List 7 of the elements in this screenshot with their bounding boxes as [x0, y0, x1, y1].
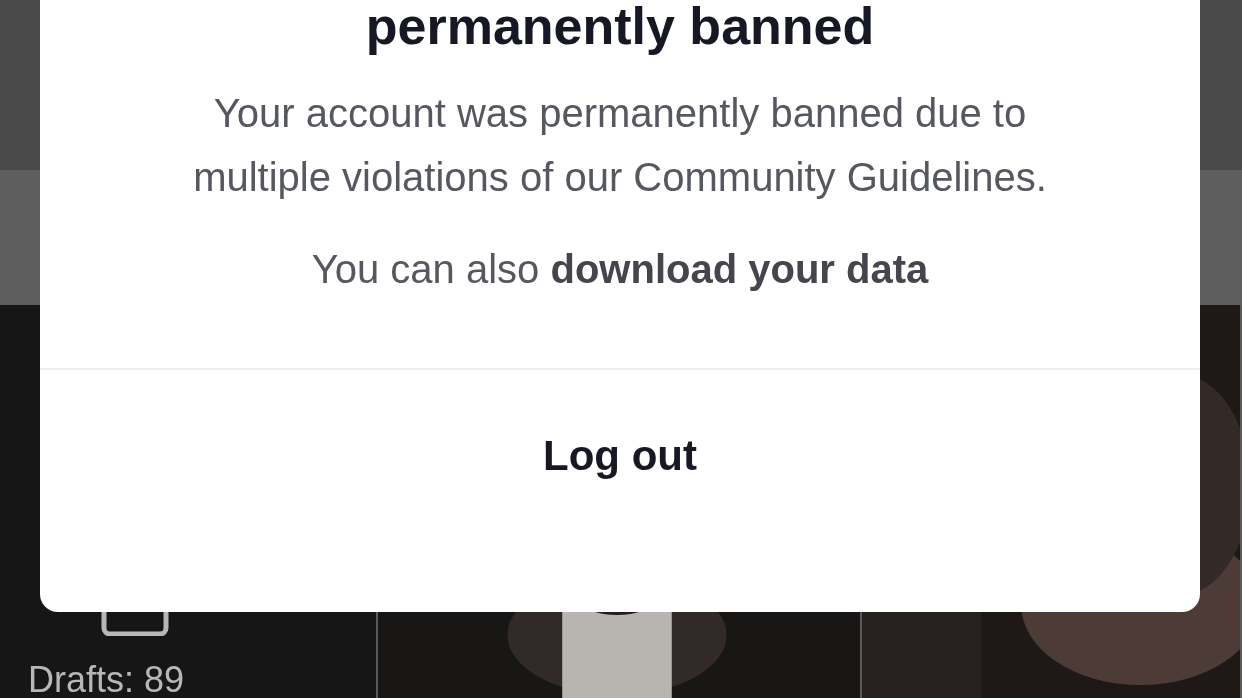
- log-out-button[interactable]: Log out: [40, 369, 1200, 542]
- ban-message: Your account was permanently banned due to multiple violations of our Community Guidelines.: [192, 90, 1048, 201]
- drafts-label: Drafts: 89: [28, 660, 186, 698]
- download-data-link[interactable]: download your data: [550, 247, 929, 291]
- drafts-icon: [100, 612, 170, 636]
- download-prompt: You can also download your data: [311, 246, 929, 293]
- dialog-title: permanently banned: [365, 0, 875, 54]
